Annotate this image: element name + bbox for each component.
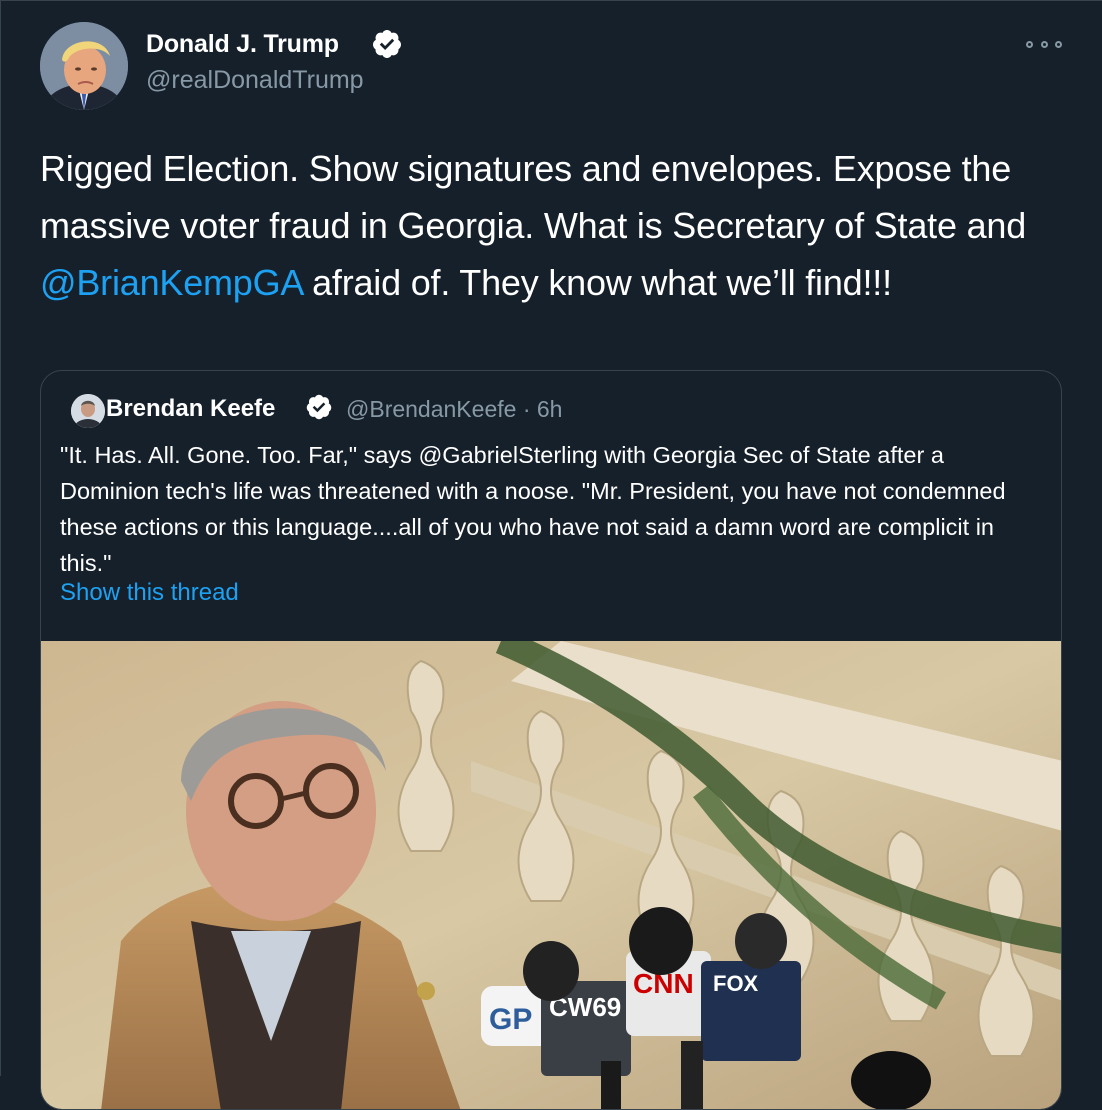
- show-thread-link[interactable]: Show this thread: [60, 579, 239, 607]
- mention-link[interactable]: @BrianKempGA: [40, 262, 302, 303]
- author-handle[interactable]: @realDonaldTrump: [146, 66, 364, 95]
- quoted-tweet[interactable]: Brendan Keefe @BrendanKeefe · 6h "It. Ha…: [40, 370, 1062, 1110]
- quoted-author-name[interactable]: Brendan Keefe: [106, 395, 275, 423]
- author-avatar[interactable]: [40, 22, 128, 110]
- quoted-meta: @BrendanKeefe · 6h: [346, 396, 562, 423]
- quoted-tweet-text: "It. Has. All. Gone. Too. Far," says @Ga…: [60, 442, 1006, 576]
- verified-badge-icon: [372, 30, 401, 58]
- quoted-timestamp[interactable]: 6h: [537, 396, 563, 422]
- meta-separator: ·: [522, 396, 531, 422]
- tweet-card[interactable]: Donald J. Trump @realDonaldTrump Rigged …: [0, 0, 1102, 1110]
- video-thumbnail[interactable]: GP CW69 CNN FOX: [41, 641, 1061, 1109]
- more-options-button[interactable]: [1026, 34, 1062, 54]
- verified-badge-icon: [306, 394, 332, 420]
- press-conference-image: GP CW69 CNN FOX: [41, 641, 1061, 1109]
- quoted-author-handle[interactable]: @BrendanKeefe: [346, 396, 516, 422]
- author-name[interactable]: Donald J. Trump: [146, 30, 339, 59]
- tweet-text-part: afraid of. They know what we’ll find!!!: [302, 262, 892, 303]
- more-options-icon: [1026, 40, 1033, 48]
- svg-text:GP: GP: [489, 1003, 532, 1036]
- svg-text:FOX: FOX: [713, 971, 759, 996]
- quoted-author-avatar[interactable]: [71, 394, 105, 428]
- tweet-text-part: Rigged Election. Show signatures and env…: [40, 148, 1027, 246]
- tweet-text: Rigged Election. Show signatures and env…: [40, 140, 1080, 311]
